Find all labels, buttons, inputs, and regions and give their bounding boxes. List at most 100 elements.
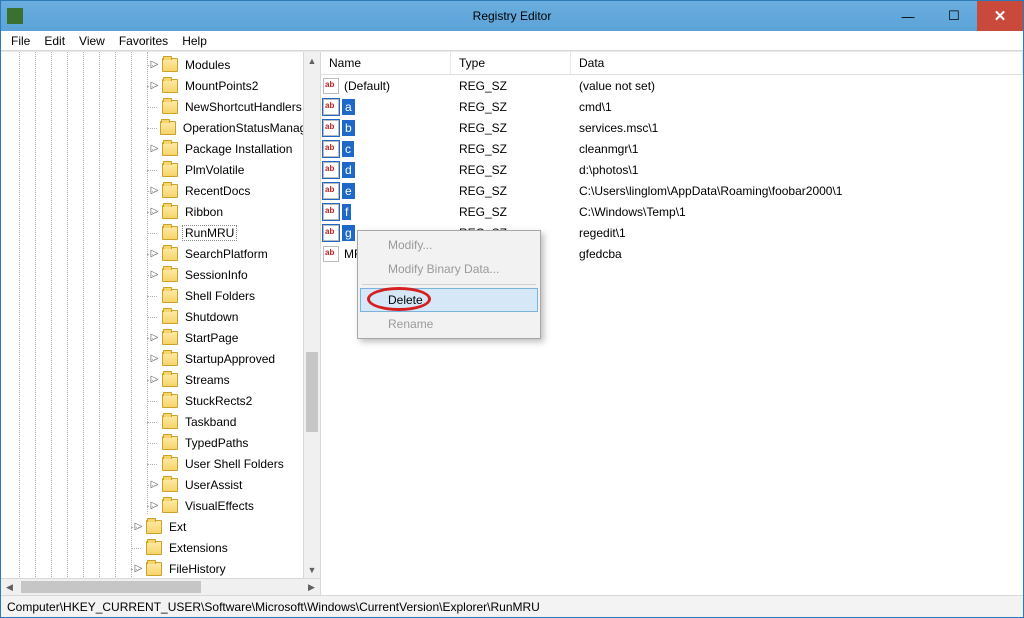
- scroll-thumb[interactable]: [21, 581, 201, 593]
- tree-item[interactable]: Taskband: [1, 411, 320, 432]
- tree-item[interactable]: ▷RecentDocs: [1, 180, 320, 201]
- tree-item[interactable]: Extensions: [1, 537, 320, 558]
- tree-item[interactable]: ▷SearchPlatform: [1, 243, 320, 264]
- folder-icon: [162, 226, 178, 240]
- folder-icon: [162, 331, 178, 345]
- tree-item[interactable]: ▷Ribbon: [1, 201, 320, 222]
- tree-item-label: Ext: [166, 519, 189, 535]
- menu-item-modify[interactable]: Modify...: [360, 233, 538, 257]
- tree-item-label: SearchPlatform: [182, 246, 271, 262]
- list-row[interactable]: (Default)REG_SZ(value not set): [321, 75, 1023, 96]
- value-data: C:\Users\linglom\AppData\Roaming\foobar2…: [571, 184, 1023, 198]
- column-type[interactable]: Type: [451, 52, 571, 74]
- list-header: Name Type Data: [321, 52, 1023, 75]
- menu-item-modify-binary[interactable]: Modify Binary Data...: [360, 257, 538, 281]
- tree-item[interactable]: ▷Streams: [1, 369, 320, 390]
- tree-item-label: NewShortcutHandlers: [182, 99, 305, 115]
- value-type: REG_SZ: [451, 163, 571, 177]
- scroll-up-icon[interactable]: ▲: [304, 52, 320, 69]
- value-type: REG_SZ: [451, 205, 571, 219]
- menu-favorites[interactable]: Favorites: [113, 32, 174, 50]
- menu-help[interactable]: Help: [176, 32, 213, 50]
- titlebar[interactable]: Registry Editor — ☐ ✕: [1, 1, 1023, 31]
- tree-item-label: RunMRU: [182, 225, 237, 241]
- tree-item[interactable]: Shutdown: [1, 306, 320, 327]
- minimize-button[interactable]: —: [885, 1, 931, 31]
- value-name: (Default): [342, 78, 392, 94]
- tree-item[interactable]: StuckRects2: [1, 390, 320, 411]
- list-row[interactable]: f REG_SZC:\Windows\Temp\1: [321, 201, 1023, 222]
- tree-item[interactable]: ▷Package Installation: [1, 138, 320, 159]
- tree-item[interactable]: ▷Modules: [1, 54, 320, 75]
- folder-icon: [162, 247, 178, 261]
- column-data[interactable]: Data: [571, 52, 1023, 74]
- tree-item[interactable]: NewShortcutHandlers: [1, 96, 320, 117]
- menu-item-rename[interactable]: Rename: [360, 312, 538, 336]
- list-row[interactable]: bREG_SZservices.msc\1: [321, 117, 1023, 138]
- menu-file[interactable]: File: [5, 32, 36, 50]
- value-name: f: [342, 204, 351, 220]
- tree-item[interactable]: ▷MountPoints2: [1, 75, 320, 96]
- maximize-button[interactable]: ☐: [931, 1, 977, 31]
- menu-item-delete[interactable]: Delete: [360, 288, 538, 312]
- scroll-left-icon[interactable]: ◀: [1, 579, 18, 595]
- tree-item[interactable]: ▷StartupApproved: [1, 348, 320, 369]
- tree-item[interactable]: ▷StartPage: [1, 327, 320, 348]
- list-row[interactable]: aREG_SZcmd\1: [321, 96, 1023, 117]
- menu-edit[interactable]: Edit: [38, 32, 71, 50]
- tree-item[interactable]: PlmVolatile: [1, 159, 320, 180]
- folder-icon: [162, 352, 178, 366]
- menu-view[interactable]: View: [73, 32, 111, 50]
- tree-pane[interactable]: ▷Modules▷MountPoints2 NewShortcutHandlers…: [1, 52, 321, 595]
- tree-horizontal-scrollbar[interactable]: ◀ ▶: [1, 578, 320, 595]
- folder-icon: [162, 142, 178, 156]
- scroll-right-icon[interactable]: ▶: [303, 579, 320, 595]
- list-row[interactable]: cREG_SZcleanmgr\1: [321, 138, 1023, 159]
- folder-icon: [162, 478, 178, 492]
- scroll-down-icon[interactable]: ▼: [304, 561, 320, 578]
- registry-editor-window: Registry Editor — ☐ ✕ File Edit View Fav…: [0, 0, 1024, 618]
- tree-item[interactable]: OperationStatusManager: [1, 117, 320, 138]
- tree-item[interactable]: RunMRU: [1, 222, 320, 243]
- folder-icon: [160, 121, 176, 135]
- tree-item[interactable]: ▷UserAssist: [1, 474, 320, 495]
- value-data: services.msc\1: [571, 121, 1023, 135]
- value-name: e: [342, 183, 355, 199]
- context-menu[interactable]: Modify... Modify Binary Data... Delete R…: [357, 230, 541, 339]
- tree-item[interactable]: User Shell Folders: [1, 453, 320, 474]
- list-row[interactable]: dREG_SZd:\photos\1: [321, 159, 1023, 180]
- tree-item-label: SessionInfo: [182, 267, 251, 283]
- registry-tree[interactable]: ▷Modules▷MountPoints2 NewShortcutHandlers…: [1, 52, 320, 579]
- scroll-thumb[interactable]: [306, 352, 318, 432]
- tree-item[interactable]: ▷SessionInfo: [1, 264, 320, 285]
- window-controls: — ☐ ✕: [885, 1, 1023, 31]
- value-data: regedit\1: [571, 226, 1023, 240]
- tree-item[interactable]: ▷Ext: [1, 516, 320, 537]
- value-data: cmd\1: [571, 100, 1023, 114]
- value-type: REG_SZ: [451, 121, 571, 135]
- tree-item-label: Shutdown: [182, 309, 241, 325]
- tree-item[interactable]: TypedPaths: [1, 432, 320, 453]
- value-type: REG_SZ: [451, 142, 571, 156]
- tree-item[interactable]: ▷VisualEffects: [1, 495, 320, 516]
- value-data: C:\Windows\Temp\1: [571, 205, 1023, 219]
- folder-icon: [162, 100, 178, 114]
- tree-item-label: User Shell Folders: [182, 456, 287, 472]
- value-name: g: [342, 225, 355, 241]
- tree-item-label: FileHistory: [166, 561, 229, 577]
- close-button[interactable]: ✕: [977, 1, 1023, 31]
- tree-item-label: Ribbon: [182, 204, 226, 220]
- tree-item-label: VisualEffects: [182, 498, 257, 514]
- folder-icon: [162, 415, 178, 429]
- list-row[interactable]: eREG_SZC:\Users\linglom\AppData\Roaming\…: [321, 180, 1023, 201]
- folder-icon: [162, 184, 178, 198]
- tree-item-label: Extensions: [166, 540, 231, 556]
- folder-icon: [162, 163, 178, 177]
- value-data: d:\photos\1: [571, 163, 1023, 177]
- tree-item[interactable]: Shell Folders: [1, 285, 320, 306]
- tree-item-label: Modules: [182, 57, 233, 73]
- column-name[interactable]: Name: [321, 52, 451, 74]
- tree-item[interactable]: ▷FileHistory: [1, 558, 320, 579]
- status-path: Computer\HKEY_CURRENT_USER\Software\Micr…: [7, 600, 540, 614]
- tree-vertical-scrollbar[interactable]: ▲ ▼: [303, 52, 320, 578]
